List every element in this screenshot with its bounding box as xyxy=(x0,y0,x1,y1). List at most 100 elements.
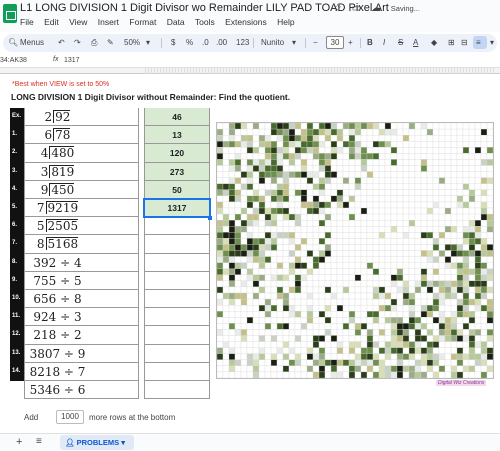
answer-cell[interactable] xyxy=(144,290,210,309)
menu-file[interactable]: File xyxy=(20,17,34,27)
font-select[interactable]: Nunito xyxy=(261,38,284,47)
answer-cell[interactable]: 46 xyxy=(144,108,210,127)
all-sheets-icon[interactable]: ≡ xyxy=(36,436,42,447)
add-sheet-icon[interactable]: + xyxy=(16,436,22,448)
pixel-cell xyxy=(342,329,350,336)
fill-color-icon[interactable]: ◆ xyxy=(431,38,437,47)
pixel-cell xyxy=(282,238,290,245)
menu-tools[interactable]: Tools xyxy=(195,17,215,27)
pixel-cell xyxy=(264,317,272,324)
menu-format[interactable]: Format xyxy=(129,17,156,27)
pixel-cell xyxy=(408,335,416,342)
add-rows-button[interactable]: Add xyxy=(24,413,38,422)
pixel-cell xyxy=(378,226,386,233)
pixel-cell xyxy=(414,213,422,221)
pixel-cell xyxy=(396,219,404,227)
number-format-button[interactable]: 123 xyxy=(236,38,249,47)
pixel-cell xyxy=(378,323,386,330)
menu-insert[interactable]: Insert xyxy=(98,17,119,27)
pixel-cell xyxy=(426,244,434,251)
menu-help[interactable]: Help xyxy=(277,17,294,27)
pixel-cell xyxy=(288,238,296,245)
borders-icon[interactable]: ⊞ xyxy=(448,38,455,47)
pixel-cell xyxy=(318,213,326,221)
move-folder-icon[interactable]: ▭ xyxy=(352,3,361,14)
menu-data[interactable]: Data xyxy=(167,17,185,27)
search-menus-icon[interactable]: 🔍︎ xyxy=(8,38,18,47)
pixel-cell xyxy=(216,323,224,330)
undo-icon[interactable]: ↶ xyxy=(58,38,65,47)
answer-cell[interactable] xyxy=(144,344,210,363)
answer-cell[interactable] xyxy=(144,235,210,254)
text-color-button[interactable]: A xyxy=(413,38,418,47)
pixel-cell xyxy=(348,323,356,330)
answer-cell[interactable]: 50 xyxy=(144,180,210,199)
currency-button[interactable]: $ xyxy=(171,38,175,47)
print-icon[interactable]: ⎙ xyxy=(91,38,97,48)
dividend: 480 xyxy=(49,146,75,161)
answer-cell[interactable] xyxy=(144,253,210,272)
fill-handle[interactable] xyxy=(208,216,212,220)
increase-decimal-button[interactable]: .00 xyxy=(216,38,227,47)
search-menus-label[interactable]: Menus xyxy=(20,38,44,47)
answer-cell[interactable]: 1317 xyxy=(143,197,211,219)
pixel-cell xyxy=(330,171,338,178)
paint-format-icon[interactable]: ✎ xyxy=(107,38,114,47)
pixel-cell xyxy=(330,365,338,373)
answer-cell[interactable]: 13 xyxy=(144,126,210,145)
redo-icon[interactable]: ↷ xyxy=(74,38,81,47)
dividend: 819 xyxy=(49,164,75,179)
name-box[interactable]: 34:AK38 xyxy=(0,57,27,64)
menu-view[interactable]: View xyxy=(69,17,87,27)
font-size-increase-button[interactable]: + xyxy=(348,38,353,47)
menu-edit[interactable]: Edit xyxy=(44,17,59,27)
pixel-cell xyxy=(282,213,290,221)
strikethrough-button[interactable]: S xyxy=(398,38,403,47)
answer-cell[interactable] xyxy=(144,362,210,381)
pixel-cell xyxy=(288,189,296,197)
pixel-cell xyxy=(426,311,434,318)
answer-cell[interactable]: 273 xyxy=(144,162,210,181)
answer-cell[interactable] xyxy=(144,381,210,400)
bold-button[interactable]: B xyxy=(367,38,373,47)
pixel-cell xyxy=(252,201,260,209)
pixel-cell xyxy=(282,219,290,227)
pixel-cell xyxy=(366,153,374,160)
pixel-cell xyxy=(276,268,284,275)
tab-problems[interactable]: 👤︎ PROBLEMS ▾ xyxy=(60,435,134,450)
decrease-decimal-button[interactable]: .0 xyxy=(202,38,209,47)
pixel-cell xyxy=(408,165,416,172)
column-headers[interactable] xyxy=(145,68,495,74)
pixel-cell xyxy=(252,304,260,312)
chevron-down-icon[interactable]: ▾ xyxy=(490,38,494,47)
star-icon[interactable]: ☆ xyxy=(333,3,342,14)
pixel-cell xyxy=(288,280,296,288)
answer-cell[interactable] xyxy=(144,326,210,345)
answer-cell[interactable] xyxy=(144,271,210,290)
align-icon[interactable]: ≡ xyxy=(476,38,481,47)
font-size-decrease-button[interactable]: − xyxy=(313,38,318,47)
formula-input[interactable]: 1317 xyxy=(64,57,80,64)
answer-cell[interactable]: 120 xyxy=(144,144,210,163)
percent-button[interactable]: % xyxy=(186,38,193,47)
zoom-select[interactable]: 50% xyxy=(124,38,140,47)
pixel-cell xyxy=(216,165,224,172)
pixel-cell xyxy=(234,298,242,306)
answer-cell[interactable] xyxy=(144,217,210,236)
chevron-down-icon[interactable]: ▾ xyxy=(146,38,150,47)
pixel-cell xyxy=(306,147,314,154)
merge-cells-icon[interactable]: ⊟ xyxy=(461,38,468,47)
menu-extensions[interactable]: Extensions xyxy=(225,17,267,27)
pixel-cell xyxy=(426,201,434,209)
sheets-logo-icon[interactable] xyxy=(3,4,17,23)
pixel-cell xyxy=(252,365,260,373)
italic-button[interactable]: I xyxy=(383,38,385,47)
pixel-cell xyxy=(240,292,248,300)
answer-cell[interactable] xyxy=(144,308,210,327)
pixel-cell xyxy=(402,159,410,166)
chevron-down-icon[interactable]: ▾ xyxy=(292,38,296,47)
pixel-cell xyxy=(354,353,362,360)
rows-count-input[interactable]: 1000 xyxy=(56,410,84,424)
font-size-input[interactable]: 30 xyxy=(326,36,344,49)
pixel-cell xyxy=(402,280,410,288)
